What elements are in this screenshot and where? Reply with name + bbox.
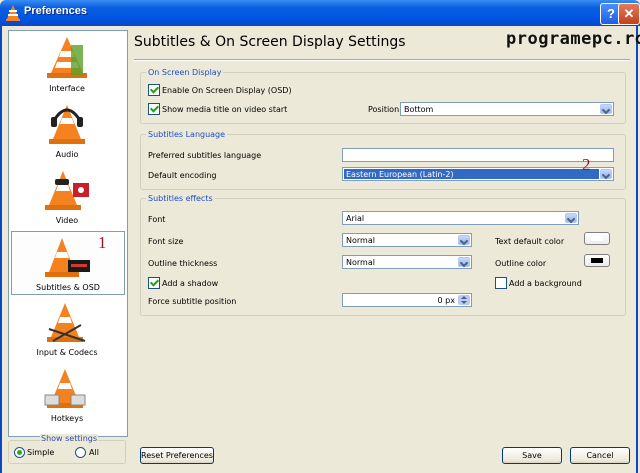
force-position-spinbox[interactable]: 0 px bbox=[342, 293, 472, 307]
show-settings-legend: Show settings bbox=[40, 434, 99, 443]
sidebar-item-label: Subtitles & OSD bbox=[36, 283, 100, 292]
default-encoding-value: Eastern European (Latin-2) bbox=[346, 170, 454, 179]
subtitles-language-group bbox=[140, 134, 626, 190]
close-button[interactable]: ✕ bbox=[618, 3, 640, 25]
font-label: Font bbox=[148, 215, 166, 224]
font-size-value: Normal bbox=[346, 236, 375, 245]
sidebar-item-label: Interface bbox=[49, 84, 85, 93]
show-settings-group: Show settings Simple All bbox=[8, 434, 126, 464]
sidebar-item-audio[interactable]: Audio bbox=[11, 99, 123, 161]
enable-osd-checkbox[interactable] bbox=[148, 84, 160, 96]
category-sidebar: Interface Audio Video Subtitles & OSD In… bbox=[8, 30, 128, 437]
chevron-down-icon bbox=[458, 257, 470, 267]
sidebar-item-video[interactable]: Video bbox=[11, 165, 123, 227]
vlc-cone-icon bbox=[6, 5, 20, 21]
all-radio-label: All bbox=[89, 448, 99, 457]
simple-radio[interactable] bbox=[14, 447, 25, 458]
show-title-label: Show media title on video start bbox=[162, 105, 288, 114]
hotkeys-cone-icon bbox=[44, 369, 86, 408]
font-value: Arial bbox=[346, 214, 365, 223]
outline-thickness-value: Normal bbox=[346, 258, 375, 267]
outline-color-button[interactable] bbox=[584, 254, 610, 267]
add-shadow-label: Add a shadow bbox=[162, 279, 219, 288]
interface-cone-icon bbox=[47, 37, 87, 78]
watermark-brand: programepc.ro bbox=[506, 29, 640, 49]
outline-thickness-select[interactable]: Normal bbox=[342, 255, 472, 269]
font-size-select[interactable]: Normal bbox=[342, 233, 472, 247]
enable-osd-label: Enable On Screen Display (OSD) bbox=[162, 86, 292, 95]
sidebar-item-label: Video bbox=[55, 216, 79, 225]
position-label: Position bbox=[368, 105, 400, 114]
font-select[interactable]: Arial bbox=[342, 211, 579, 225]
outline-color-label: Outline color bbox=[495, 259, 547, 268]
sidebar-item-interface[interactable]: Interface bbox=[11, 33, 123, 95]
subtitles-language-legend: Subtitles Language bbox=[146, 130, 228, 139]
header-divider bbox=[134, 59, 630, 61]
sidebar-item-subtitles-osd[interactable]: Subtitles & OSD bbox=[11, 231, 125, 295]
sidebar-item-hotkeys[interactable]: Hotkeys bbox=[11, 363, 123, 425]
spin-arrows-icon[interactable] bbox=[458, 295, 470, 305]
sidebar-item-label: Audio bbox=[55, 150, 79, 159]
text-color-label: Text default color bbox=[495, 237, 565, 246]
sidebar-item-label: Input & Codecs bbox=[36, 348, 98, 357]
input-codecs-cone-icon bbox=[47, 303, 86, 342]
window-title: Preferences bbox=[24, 5, 87, 17]
chevron-down-icon bbox=[565, 213, 577, 223]
text-color-swatch bbox=[591, 236, 603, 241]
cancel-button[interactable]: Cancel bbox=[570, 447, 630, 464]
force-position-value: 0 px bbox=[437, 296, 455, 305]
font-size-label: Font size bbox=[148, 237, 184, 246]
osd-legend: On Screen Display bbox=[146, 68, 224, 77]
show-settings-box bbox=[8, 440, 126, 464]
all-radio[interactable] bbox=[75, 447, 86, 458]
title-bar[interactable]: Preferences ? ✕ bbox=[0, 0, 640, 26]
add-background-label: Add a background bbox=[509, 279, 582, 288]
page-title: Subtitles & On Screen Display Settings bbox=[134, 34, 406, 50]
outline-thickness-label: Outline thickness bbox=[148, 259, 218, 268]
chevron-down-icon bbox=[600, 169, 612, 179]
simple-radio-label: Simple bbox=[27, 448, 55, 457]
video-cone-icon bbox=[45, 171, 89, 210]
force-position-label: Force subtitle position bbox=[148, 297, 237, 306]
default-encoding-select[interactable]: Eastern European (Latin-2) bbox=[342, 167, 614, 181]
preferred-language-input[interactable] bbox=[342, 148, 614, 162]
save-button[interactable]: Save bbox=[502, 447, 562, 464]
add-shadow-checkbox[interactable] bbox=[148, 277, 160, 289]
position-value: Bottom bbox=[404, 105, 434, 114]
annotation-number-2: 2 bbox=[582, 155, 591, 174]
add-background-checkbox[interactable] bbox=[495, 277, 507, 289]
chevron-down-icon bbox=[458, 235, 470, 245]
outline-color-swatch bbox=[591, 258, 603, 263]
subtitles-effects-legend: Subtitles effects bbox=[146, 194, 215, 203]
text-color-button[interactable] bbox=[584, 232, 610, 245]
chevron-down-icon bbox=[600, 104, 612, 114]
subtitles-cone-icon bbox=[45, 238, 90, 277]
preferred-language-label: Preferred subtitles language bbox=[148, 151, 262, 160]
position-select[interactable]: Bottom bbox=[400, 102, 614, 116]
show-title-checkbox[interactable] bbox=[148, 103, 160, 115]
sidebar-item-input-codecs[interactable]: Input & Codecs bbox=[11, 297, 123, 359]
annotation-number-1: 1 bbox=[98, 233, 107, 252]
reset-preferences-button[interactable]: Reset Preferences bbox=[140, 447, 214, 464]
sidebar-item-label: Hotkeys bbox=[50, 414, 84, 423]
audio-cone-icon bbox=[49, 105, 85, 144]
osd-group bbox=[140, 72, 626, 124]
default-encoding-label: Default encoding bbox=[148, 171, 217, 180]
